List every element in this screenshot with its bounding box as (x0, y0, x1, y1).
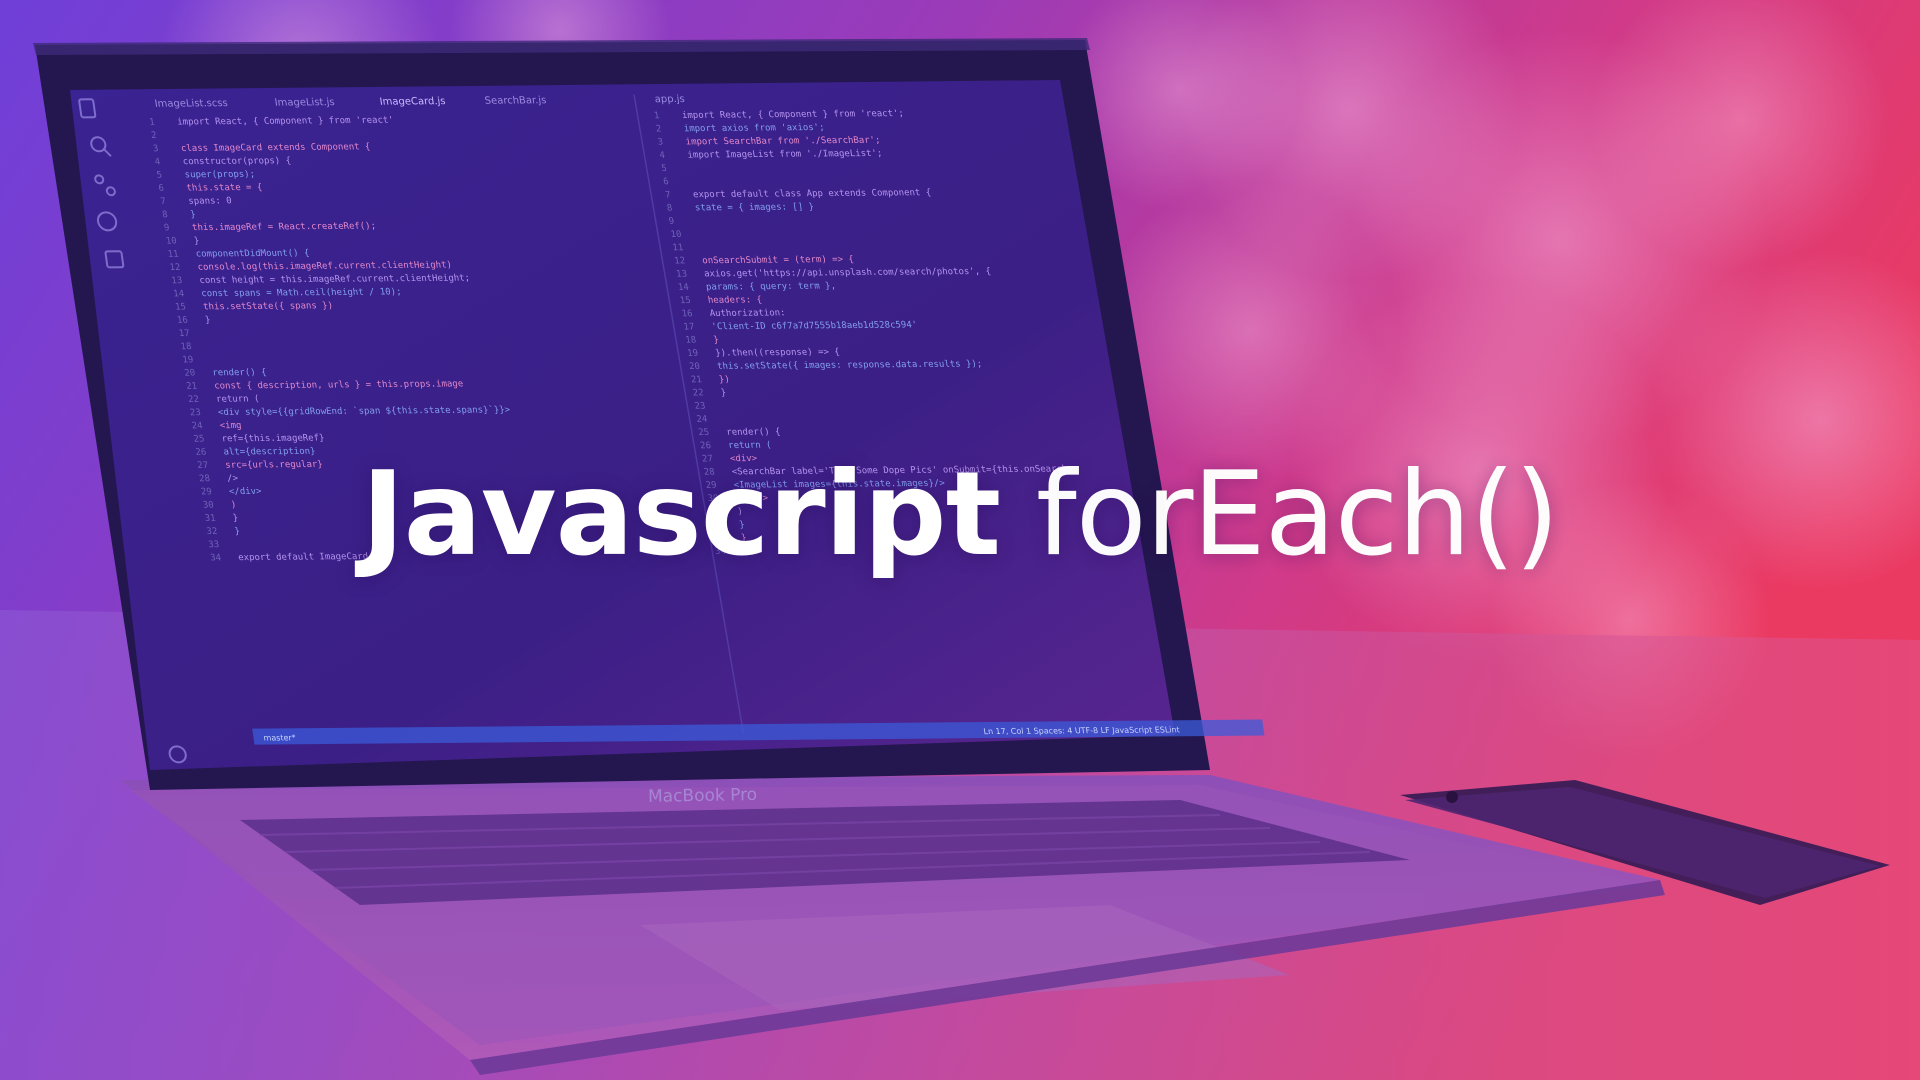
left-code-line: class ImageCard extends Component { (180, 142, 371, 154)
status-branch: master* (263, 733, 296, 742)
right-line-number: 11 (672, 243, 684, 253)
right-line-number: 23 (694, 402, 706, 412)
headline: Javascript forEach() (0, 450, 1920, 580)
right-code-line: onSearchSubmit = (term) => { (702, 255, 855, 266)
left-line-number: 16 (176, 316, 188, 326)
status-info: Ln 17, Col 1 Spaces: 4 UTF-8 LF JavaScri… (983, 725, 1180, 736)
left-line-number: 17 (178, 329, 190, 339)
left-line-number: 24 (191, 421, 203, 431)
right-line-number: 19 (687, 349, 699, 359)
right-line-number: 25 (698, 428, 710, 438)
left-code-line: import React, { Component } from 'react' (177, 116, 395, 128)
headline-light: forEach() (1035, 447, 1560, 582)
left-line-number: 15 (175, 303, 187, 313)
right-code-line: state = { images: [] } (694, 202, 814, 213)
right-line-number: 16 (681, 309, 693, 319)
tab-app-js: app.js (654, 94, 685, 105)
right-code-line: import axios from 'axios'; (683, 123, 825, 134)
left-code-line: constructor(props) { (182, 156, 292, 167)
right-code-line: 'Client-ID c6f7a7d7555b18aeb1d528c594' (711, 320, 918, 332)
right-code-line: headers: { (707, 295, 763, 305)
tab-imagecard-js: ImageCard.js (379, 96, 446, 108)
left-code-line: render() { (212, 368, 268, 378)
right-code-line: params: { query: term }, (705, 281, 836, 292)
right-code-line: }).then((response) => { (715, 348, 841, 359)
tab-imagelist-scss: ImageList.scss (154, 98, 229, 110)
left-line-number: 19 (182, 355, 194, 365)
left-code-line: super(props); (184, 170, 256, 181)
left-code-line: this.imageRef = React.createRef(); (191, 222, 376, 234)
tab-imagelist-js: ImageList.js (274, 97, 335, 108)
left-line-number: 18 (180, 342, 192, 352)
left-code-line: <img (219, 421, 242, 431)
left-code-line: spans: 0 (188, 196, 233, 206)
left-line-number: 11 (167, 250, 179, 260)
right-code-line: render() { (726, 427, 782, 437)
left-code-line: const spans = Math.ceil(height / 10); (201, 287, 403, 299)
left-line-number: 23 (189, 408, 201, 418)
right-code-line: Authorization: (709, 308, 786, 319)
left-code-line: return ( (215, 394, 260, 404)
right-code-line: import ImageList from './ImageList'; (687, 149, 883, 161)
left-code-line: ref={this.imageRef} (221, 433, 325, 444)
right-line-number: 22 (692, 388, 704, 398)
right-line-number: 20 (688, 362, 700, 372)
right-line-number: 24 (696, 415, 708, 425)
right-line-number: 12 (674, 256, 686, 266)
left-line-number: 13 (171, 276, 183, 286)
left-line-number: 14 (173, 289, 185, 299)
right-line-number: 18 (685, 336, 697, 346)
laptop-brand-label: MacBook Pro (648, 785, 757, 807)
left-line-number: 12 (169, 263, 181, 273)
left-code-line: componentDidMount() { (195, 249, 310, 260)
tab-searchbar-js: SearchBar.js (484, 95, 547, 107)
right-code-line: import React, { Component } from 'react'… (681, 109, 904, 121)
left-line-number: 20 (184, 369, 196, 379)
right-line-number: 17 (683, 322, 695, 332)
right-line-number: 10 (670, 230, 682, 240)
right-code-line: import SearchBar from './SearchBar'; (685, 136, 881, 148)
right-line-number: 21 (690, 375, 702, 385)
right-code-line: }) (718, 375, 730, 385)
right-line-number: 14 (677, 283, 689, 293)
left-line-number: 25 (193, 435, 205, 445)
headline-bold: Javascript (361, 447, 1001, 582)
left-line-number: 22 (187, 395, 199, 405)
left-line-number: 21 (186, 382, 198, 392)
hero-scene: ImageList.scss ImageList.js ImageCard.js… (0, 0, 1920, 1080)
left-line-number: 10 (165, 237, 177, 247)
left-code-line: this.state = { (186, 183, 263, 194)
left-code-line: this.setState({ spans }) (203, 301, 334, 312)
right-line-number: 15 (679, 296, 691, 306)
right-line-number: 13 (676, 270, 688, 280)
